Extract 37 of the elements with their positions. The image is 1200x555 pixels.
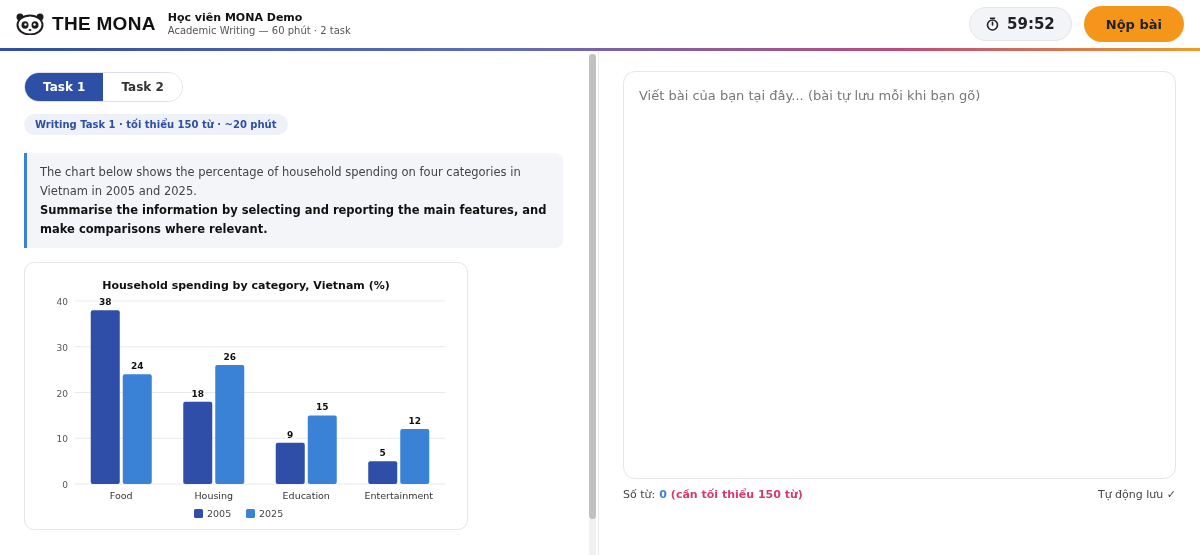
x-axis-label: Education [282, 490, 330, 501]
timer-text: 59:52 [1007, 15, 1055, 33]
word-requirement: (cần tối thiểu 150 từ) [670, 488, 803, 501]
x-axis-label: Food [109, 490, 133, 501]
task-tab[interactable]: Task 1 [25, 73, 104, 101]
submit-button[interactable]: Nộp bài [1083, 6, 1184, 42]
scrollbar[interactable] [589, 54, 596, 555]
data-label: 38 [99, 297, 112, 308]
y-tick-label: 30 [56, 342, 68, 353]
y-tick-label: 20 [56, 388, 68, 399]
y-tick-label: 40 [56, 297, 68, 307]
word-count: 0 [659, 488, 667, 501]
stopwatch-icon [986, 17, 1000, 31]
x-axis-label: Entertainment [364, 490, 434, 501]
data-label: 26 [223, 352, 236, 363]
data-label: 9 [287, 429, 294, 440]
panda-logo-icon [16, 13, 44, 35]
task-badge: Writing Task 1 · tối thiểu 150 từ · ~20 phút [24, 114, 288, 135]
x-axis-label: Housing [194, 490, 234, 501]
student-name: Học viên MONA Demo [167, 11, 304, 24]
y-tick-label: 10 [56, 434, 68, 445]
essay-field[interactable]: Viết bài của bạn tại đây... (bài tự lưu mỗi khi bạn gõ) [623, 71, 1176, 479]
data-label: 18 [191, 388, 204, 399]
y-tick-label: 0 [62, 480, 68, 490]
data-label: 15 [316, 402, 329, 413]
exam-subtitle: Academic Writing — 60 phút · 2 task [167, 24, 351, 37]
prompt-text: The chart below shows the percentage of household spending on four categories in Vietnam in 2005 and 2025. [40, 164, 522, 200]
brand-name: THE MONA [52, 13, 156, 35]
data-label: 12 [408, 416, 421, 427]
chart-title: Household spending by category, Vietnam (%) [102, 279, 390, 292]
legend-label: 2025 [259, 508, 284, 519]
data-label: 24 [131, 361, 144, 372]
data-label: 5 [379, 448, 386, 459]
prompt-instruction: Summarise the information by selecting and reporting the main features, and make comparisons where relevant. [40, 202, 548, 238]
word-count-label: Số từ: [623, 488, 656, 501]
legend-label: 2005 [207, 508, 232, 519]
autosave-status: Tự động lưu ✓ [1097, 488, 1176, 501]
